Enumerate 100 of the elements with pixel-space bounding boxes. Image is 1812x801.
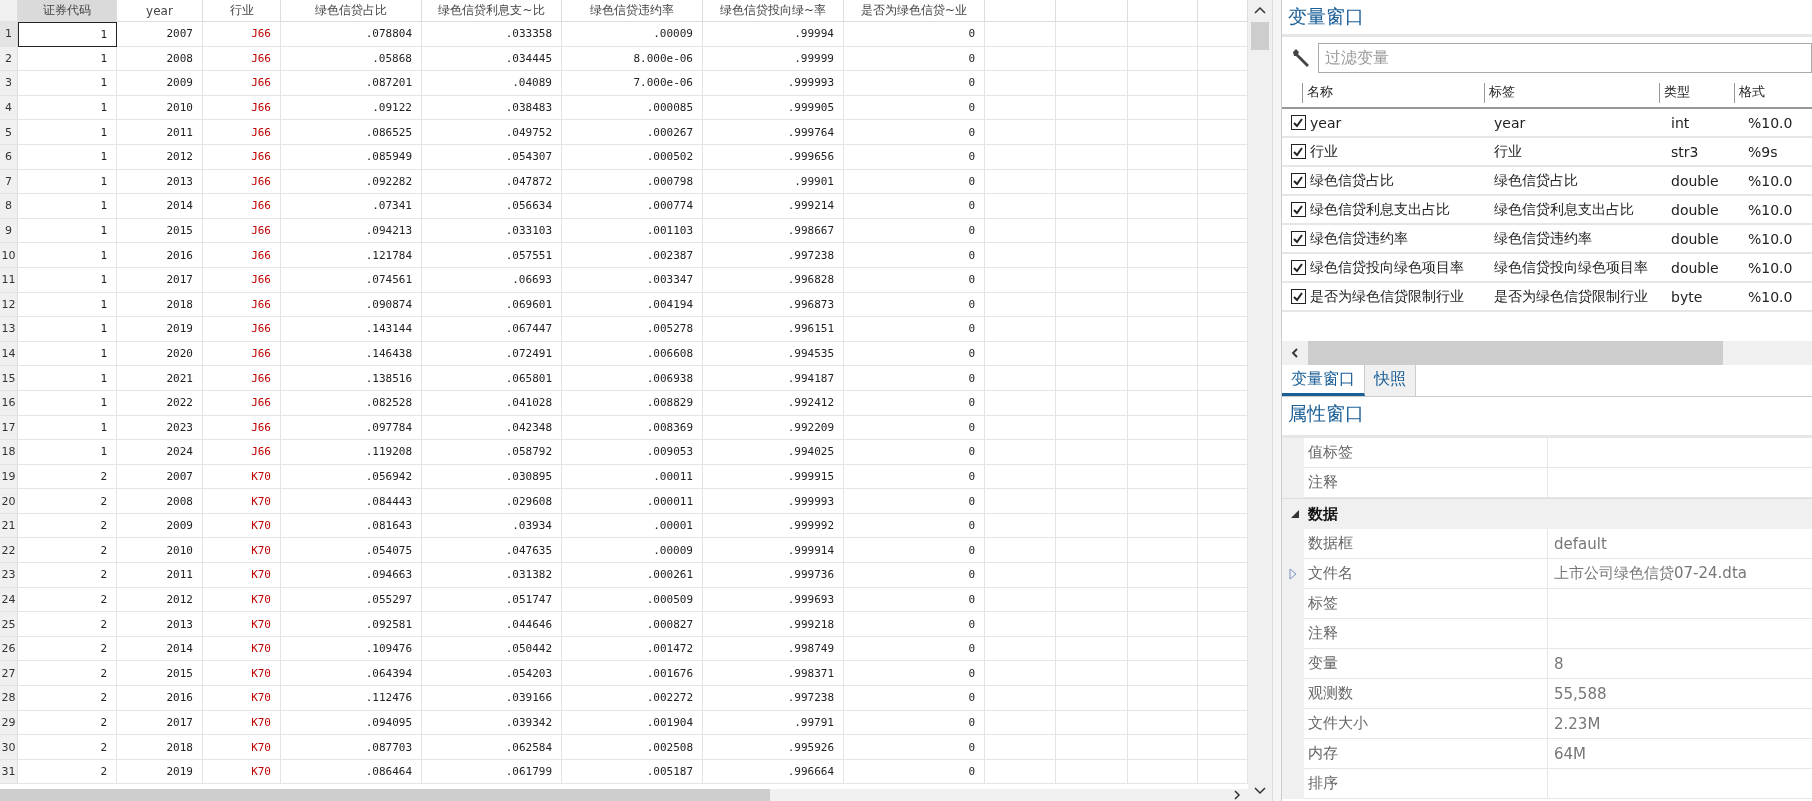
variable-name[interactable]: 绿色信贷违约率	[1308, 229, 1492, 248]
column-header[interactable]: 绿色信贷投向绿~率	[703, 0, 844, 22]
row-number[interactable]: 21	[0, 513, 18, 539]
table-cell: .041028	[422, 390, 562, 416]
column-header[interactable]: 绿色信贷利息支~比	[422, 0, 562, 22]
table-cell: .067447	[422, 317, 562, 342]
empty-cell	[1128, 194, 1198, 219]
column-header[interactable]: 证券代码	[18, 0, 117, 22]
row-number[interactable]: 16	[0, 390, 18, 416]
table-cell: 1	[18, 46, 117, 72]
checkbox[interactable]	[1290, 260, 1306, 275]
collapse-triangle-icon[interactable]	[1290, 509, 1300, 519]
row-number[interactable]: 13	[0, 317, 18, 342]
table-cell: 0	[844, 95, 985, 121]
checkbox[interactable]	[1290, 231, 1306, 246]
row-number[interactable]: 17	[0, 415, 18, 441]
panel-tab[interactable]: 快照	[1365, 365, 1416, 396]
checkbox[interactable]	[1290, 115, 1306, 130]
table-cell: .069601	[422, 292, 562, 318]
table-cell: 2	[18, 538, 117, 564]
group-header[interactable]: 数据	[1308, 504, 1338, 524]
row-number[interactable]: 4	[0, 95, 18, 121]
horizontal-scrollbar[interactable]	[0, 789, 1248, 801]
table-cell: 2	[18, 513, 117, 539]
column-header[interactable]: 是否为绿色信贷~业	[844, 0, 985, 22]
row-number[interactable]: 7	[0, 169, 18, 195]
row-number[interactable]: 23	[0, 563, 18, 588]
empty-cell	[985, 267, 1056, 293]
horizontal-scrollbar[interactable]	[1282, 341, 1812, 365]
row-number[interactable]: 12	[0, 292, 18, 318]
empty-cell	[1128, 686, 1198, 711]
row-number[interactable]: 2	[0, 46, 18, 72]
table-cell: J66	[203, 366, 281, 391]
table-cell: 1	[18, 366, 117, 391]
column-header[interactable]: 名称	[1302, 83, 1484, 103]
column-header[interactable]: 格式	[1734, 83, 1794, 103]
empty-cell	[1056, 563, 1128, 588]
column-header[interactable]: 绿色信贷占比	[281, 0, 422, 22]
row-number[interactable]: 19	[0, 464, 18, 490]
column-header[interactable]: 行业	[203, 0, 281, 22]
row-number[interactable]: 11	[0, 267, 18, 293]
table-cell: 0	[844, 120, 985, 145]
row-number[interactable]: 26	[0, 636, 18, 662]
row-number[interactable]: 1	[0, 22, 18, 47]
empty-cell	[1056, 440, 1128, 465]
wrench-icon[interactable]	[1290, 47, 1312, 69]
row-number[interactable]: 14	[0, 341, 18, 367]
empty-cell	[985, 661, 1056, 687]
checkbox[interactable]	[1290, 173, 1306, 188]
variable-name[interactable]: year	[1308, 114, 1492, 131]
row-number[interactable]: 22	[0, 538, 18, 564]
row-number[interactable]: 6	[0, 144, 18, 170]
column-header[interactable]: 绿色信贷违约率	[562, 0, 703, 22]
checkbox[interactable]	[1290, 202, 1306, 217]
row-number[interactable]: 10	[0, 243, 18, 268]
row-number[interactable]: 18	[0, 440, 18, 465]
row-number[interactable]: 31	[0, 759, 18, 785]
row-number[interactable]: 29	[0, 710, 18, 736]
table-cell: .051747	[422, 587, 562, 613]
table-cell: .000011	[562, 489, 703, 514]
row-number[interactable]: 25	[0, 612, 18, 637]
row-number[interactable]: 15	[0, 366, 18, 391]
row-number[interactable]: 5	[0, 120, 18, 145]
variable-name[interactable]: 绿色信贷投向绿色项目率	[1308, 258, 1492, 277]
table-cell: K70	[203, 464, 281, 490]
checkbox[interactable]	[1290, 289, 1306, 304]
table-cell: 1	[18, 415, 117, 441]
panel-tab[interactable]: 变量窗口	[1282, 365, 1365, 396]
scrollbar-thumb[interactable]	[1251, 22, 1269, 50]
variable-name[interactable]: 绿色信贷占比	[1308, 171, 1492, 190]
scrollbar-thumb[interactable]	[1308, 341, 1723, 365]
table-cell: .086464	[281, 759, 422, 785]
variable-label: year	[1493, 114, 1527, 131]
empty-cell	[1128, 46, 1198, 72]
row-number[interactable]: 24	[0, 587, 18, 613]
variable-name[interactable]: 行业	[1308, 142, 1492, 161]
variable-label: 行业	[1493, 142, 1523, 161]
corner-cell[interactable]	[0, 0, 18, 22]
empty-cell	[1056, 661, 1128, 687]
vertical-scrollbar[interactable]	[1248, 0, 1272, 801]
column-header[interactable]: year	[117, 0, 203, 22]
scrollbar-thumb[interactable]	[0, 789, 770, 801]
table-cell: .094095	[281, 710, 422, 736]
filter-field[interactable]: 过滤变量	[1318, 43, 1812, 73]
table-cell: .999656	[703, 144, 844, 170]
table-cell: .097784	[281, 415, 422, 441]
row-number[interactable]: 30	[0, 735, 18, 760]
row-number[interactable]: 27	[0, 661, 18, 687]
variable-name[interactable]: 是否为绿色信贷限制行业	[1308, 287, 1492, 306]
row-number[interactable]: 9	[0, 218, 18, 244]
row-number[interactable]: 8	[0, 194, 18, 219]
row-number[interactable]: 28	[0, 686, 18, 711]
empty-cell	[985, 243, 1056, 268]
row-number[interactable]: 3	[0, 71, 18, 96]
row-number[interactable]: 20	[0, 489, 18, 514]
column-header[interactable]: 标签	[1484, 83, 1659, 103]
column-header[interactable]: 类型	[1659, 83, 1734, 103]
table-cell: .998667	[703, 218, 844, 244]
checkbox[interactable]	[1290, 144, 1306, 159]
variable-name[interactable]: 绿色信贷利息支出占比	[1308, 200, 1492, 219]
